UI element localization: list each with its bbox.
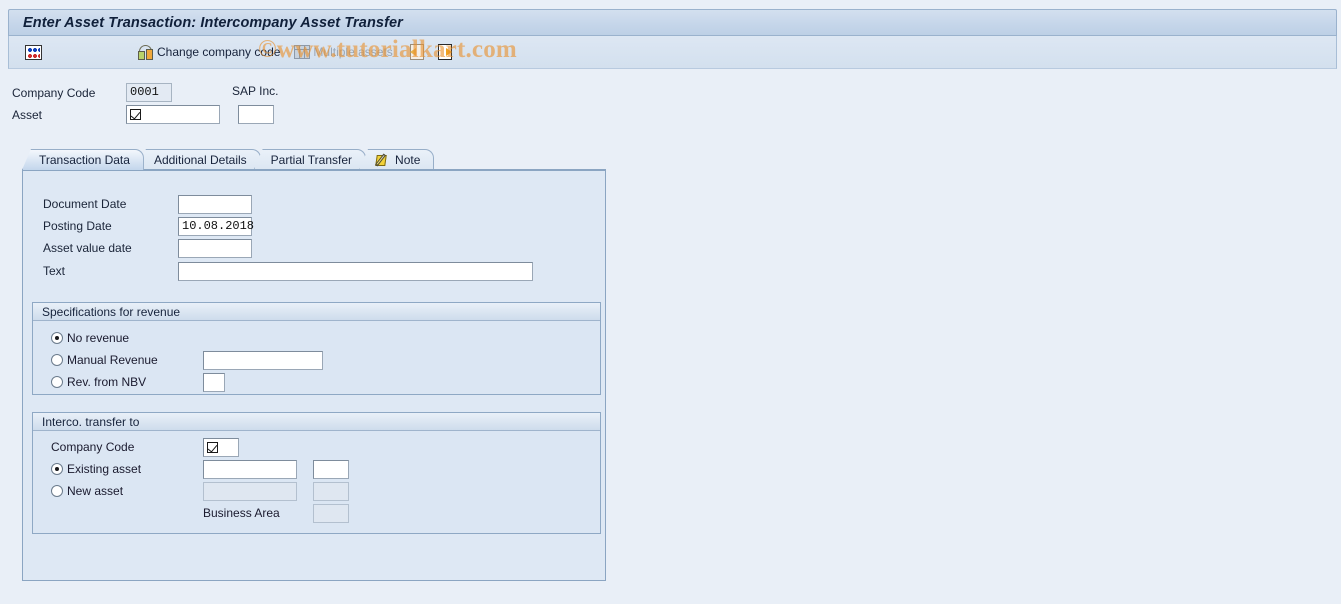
transfer-group-title: Interco. transfer to (33, 413, 600, 431)
company-name: SAP Inc. (232, 84, 279, 98)
radio-no-revenue[interactable]: No revenue (51, 327, 600, 349)
tab-note[interactable]: Note (359, 149, 435, 170)
radio-new-asset[interactable]: New asset (51, 484, 203, 498)
business-area-row: Business Area (51, 502, 600, 524)
radio-existing-asset-label: Existing asset (67, 462, 142, 476)
previous-asset-icon (409, 44, 425, 60)
posting-date-row: Posting Date 10.08.2018 (23, 215, 605, 237)
radio-rev-from-nbv-label: Rev. from NBV (67, 375, 147, 389)
transfer-company-code-row: Company Code (51, 436, 600, 458)
transfer-company-code-input[interactable] (203, 437, 239, 457)
radio-manual-revenue[interactable]: Manual Revenue (51, 353, 203, 367)
new-asset-row: New asset (51, 480, 600, 502)
asset-row: Asset (8, 104, 708, 125)
transaction-data-panel: Document Date Posting Date 10.08.2018 As… (22, 169, 606, 581)
document-date-input[interactable] (178, 194, 252, 214)
new-asset-subnumber-input[interactable] (313, 481, 349, 501)
multiple-assets-label: Multiple assets (313, 45, 393, 59)
change-company-code-button[interactable]: Change company code (134, 40, 284, 64)
radio-manual-revenue-label: Manual Revenue (67, 353, 158, 367)
revenue-group: Specifications for revenue No revenue Ma… (32, 302, 601, 395)
existing-asset-row: Existing asset (51, 458, 600, 480)
posting-date-label: Posting Date (43, 219, 112, 233)
tab-note-label: Note (395, 153, 421, 167)
radio-existing-asset-icon (51, 463, 63, 475)
tab-additional-details[interactable]: Additional Details (136, 149, 261, 170)
text-label: Text (43, 264, 66, 278)
asset-input[interactable] (126, 105, 220, 124)
asset-value-date-input[interactable] (178, 238, 252, 258)
grid-icon (294, 45, 311, 59)
text-input[interactable] (178, 261, 533, 281)
radio-manual-revenue-icon (51, 354, 63, 366)
note-pencil-icon (375, 153, 391, 167)
asset-value-date-row: Asset value date (23, 237, 605, 259)
sap-gui-window: Enter Asset Transaction: Intercompany As… (0, 0, 1341, 604)
abacus-icon (25, 44, 42, 60)
existing-asset-input[interactable] (203, 459, 297, 479)
previous-asset-button[interactable] (405, 40, 429, 64)
asset-values-button[interactable] (21, 40, 46, 64)
company-code-row: Company Code 0001 (8, 82, 708, 103)
text-row: Text (23, 259, 605, 283)
tab-additional-details-label: Additional Details (153, 153, 247, 167)
company-code-value[interactable]: 0001 (126, 83, 172, 102)
tab-transaction-data[interactable]: Transaction Data (22, 149, 144, 170)
document-date-label: Document Date (43, 197, 127, 211)
posting-date-input[interactable]: 10.08.2018 (178, 216, 254, 236)
next-asset-button[interactable] (433, 40, 457, 64)
transfer-company-code-label: Company Code (51, 440, 135, 454)
asset-value-date-label: Asset value date (43, 241, 132, 255)
new-asset-input[interactable] (203, 481, 297, 501)
window-title-bar: Enter Asset Transaction: Intercompany As… (8, 9, 1337, 36)
checkbox-check-icon (130, 109, 141, 120)
radio-new-asset-label: New asset (67, 484, 124, 498)
existing-asset-subnumber-input[interactable] (313, 459, 349, 479)
next-asset-icon (437, 44, 453, 60)
radio-new-asset-icon (51, 485, 63, 497)
radio-rev-from-nbv-icon (51, 376, 63, 388)
page-title: Enter Asset Transaction: Intercompany As… (23, 14, 403, 31)
company-code-label: Company Code (12, 85, 96, 100)
tab-partial-transfer[interactable]: Partial Transfer (253, 149, 367, 170)
multiple-assets-button[interactable]: Multiple assets (290, 40, 396, 64)
asset-subnumber-input[interactable] (238, 105, 274, 124)
company-building-icon (138, 44, 154, 60)
tab-transaction-data-label: Transaction Data (39, 153, 130, 167)
document-date-row: Document Date (23, 193, 605, 215)
radio-existing-asset[interactable]: Existing asset (51, 462, 203, 476)
change-company-code-label: Change company code (157, 45, 281, 59)
business-area-input[interactable] (313, 503, 349, 523)
header-fields: Company Code 0001 Asset (8, 82, 708, 126)
asset-label: Asset (12, 107, 43, 122)
checkbox-check-icon (207, 441, 218, 453)
radio-manual-revenue-row: Manual Revenue (51, 349, 600, 371)
radio-no-revenue-label: No revenue (67, 331, 130, 345)
revenue-group-title: Specifications for revenue (33, 303, 600, 321)
manual-revenue-input[interactable] (203, 350, 323, 370)
radio-rev-from-nbv[interactable]: Rev. from NBV (51, 375, 203, 389)
transfer-group: Interco. transfer to Company Code Existi… (32, 412, 601, 534)
business-area-label: Business Area (203, 506, 280, 520)
tab-partial-transfer-label: Partial Transfer (270, 153, 353, 167)
rev-from-nbv-input[interactable] (203, 372, 225, 392)
tab-strip: Transaction Data Additional Details Part… (22, 148, 606, 170)
radio-no-revenue-icon (51, 332, 63, 344)
radio-rev-from-nbv-row: Rev. from NBV (51, 371, 600, 393)
application-toolbar: Change company code Multiple assets (8, 36, 1337, 69)
